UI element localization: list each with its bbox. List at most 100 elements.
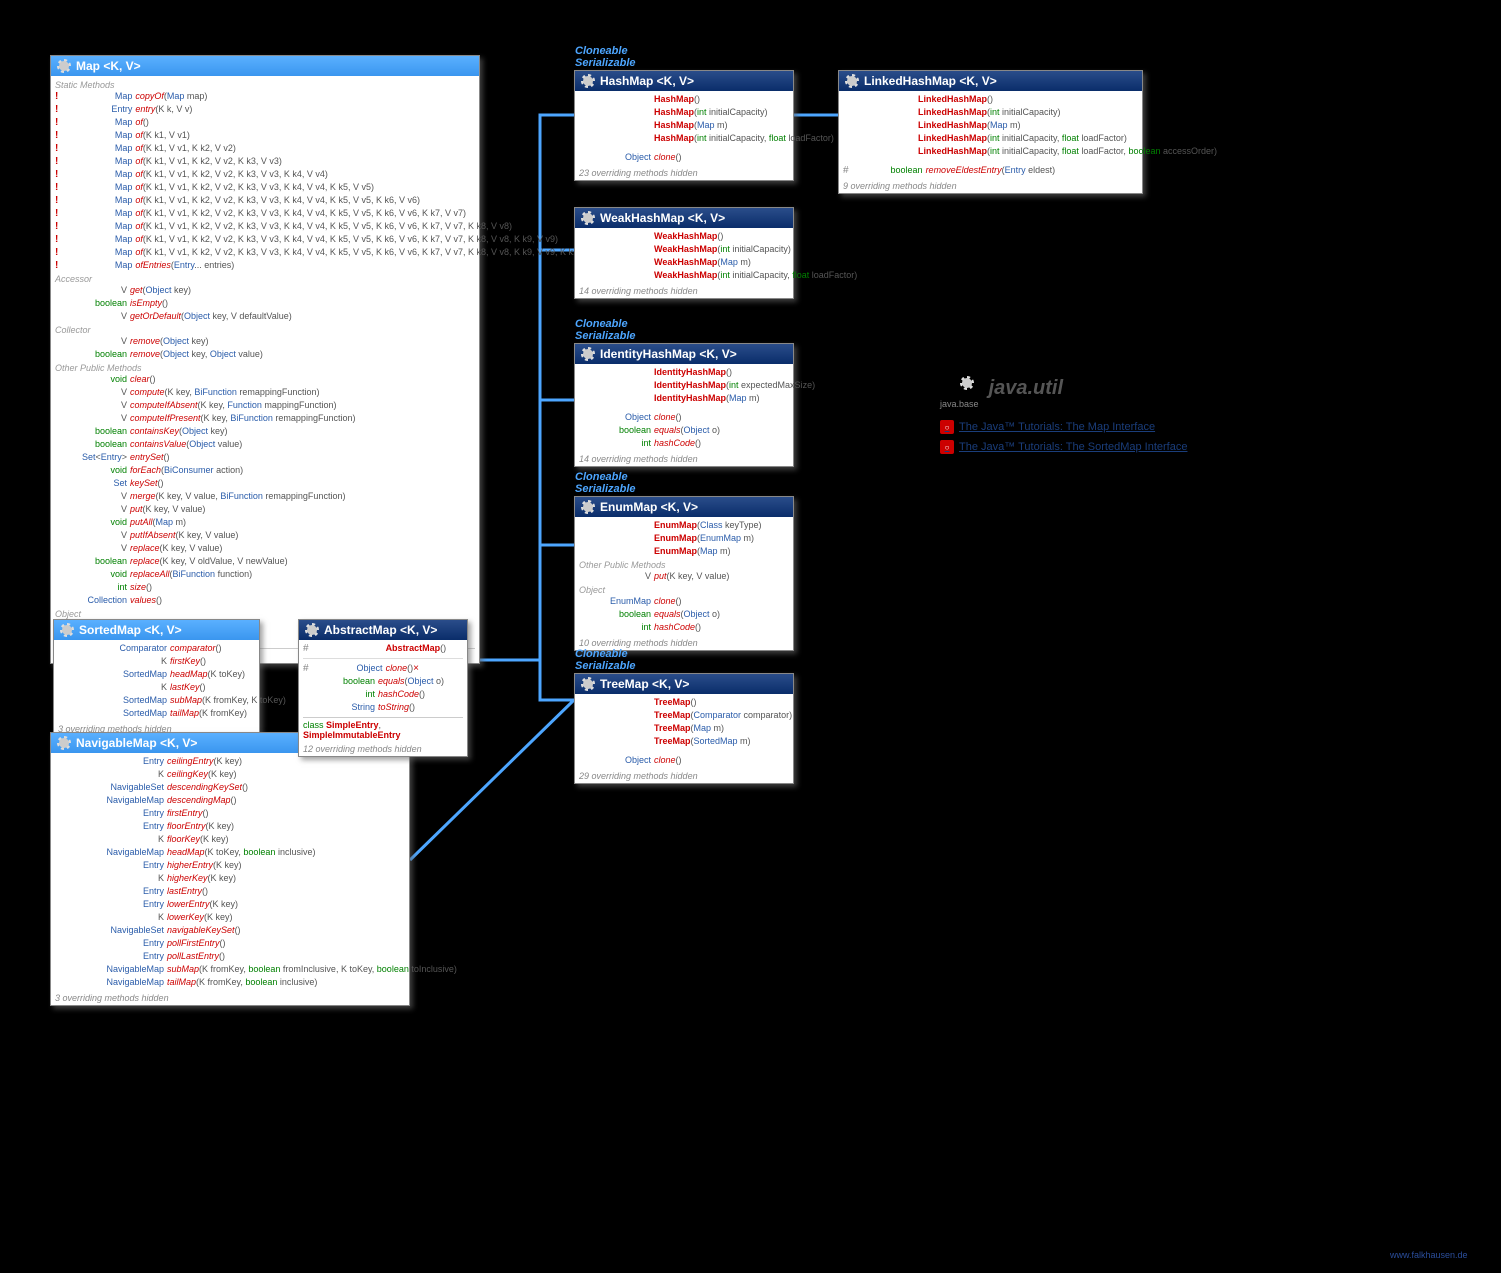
method-row: ! Mapof (K k1, V v1, K k2, V v2, K k3, V… — [55, 181, 475, 194]
method-row: TreeMap (Comparator comparator) — [579, 709, 789, 722]
method-row: Objectclone () — [579, 411, 789, 424]
oracle-icon: ○ — [940, 420, 954, 434]
method-row: Vget (Object key) — [55, 284, 475, 297]
sortedmap-header: SortedMap <K, V> — [54, 620, 259, 640]
oracle-icon: ○ — [940, 440, 954, 454]
gear-icon — [57, 736, 71, 750]
method-row: HashMap (Map m) — [579, 119, 789, 132]
method-row: KceilingKey (K key) — [55, 768, 405, 781]
map-header: Map <K, V> — [51, 56, 479, 76]
method-row: booleancontainsValue (Object value) — [55, 438, 475, 451]
method-row: Vput (K key, V value) — [55, 503, 475, 516]
method-row: voidputAll (Map m) — [55, 516, 475, 529]
method-row: ! Mapof (K k1, V v1, K k2, V v2, K k3, V… — [55, 168, 475, 181]
method-row: LinkedHashMap (int initialCapacity) — [843, 106, 1138, 119]
method-row: SortedMaptailMap (K fromKey) — [58, 707, 255, 720]
weakhashmap-header: WeakHashMap <K, V> — [575, 208, 793, 228]
hashmap-header: HashMap <K, V> — [575, 71, 793, 91]
method-row: EnumMap (Class keyType) — [579, 519, 789, 532]
method-row: voidclear () — [55, 373, 475, 386]
identityhashmap-box: IdentityHashMap <K, V> IdentityHashMap (… — [574, 343, 794, 467]
treemap-header: TreeMap <K, V> — [575, 674, 793, 694]
linkedhashmap-box: LinkedHashMap <K, V> LinkedHashMap ()Lin… — [838, 70, 1143, 194]
method-row: WeakHashMap (int initialCapacity) — [579, 243, 789, 256]
abstractmap-header: AbstractMap <K, V> — [299, 620, 467, 640]
method-row: IdentityHashMap (int expectedMaxSize) — [579, 379, 789, 392]
method-row: ! Mapof (K k1, V v1, K k2, V v2, K k3, V… — [55, 233, 475, 246]
method-row: EnumMap (Map m) — [579, 545, 789, 558]
method-row: KfirstKey () — [58, 655, 255, 668]
method-row: NavigableSetnavigableKeySet () — [55, 924, 405, 937]
method-row: EntryfirstEntry () — [55, 807, 405, 820]
method-row: SetkeySet () — [55, 477, 475, 490]
method-row: StringtoString () — [303, 701, 463, 714]
method-row: VcomputeIfPresent (K key, BiFunction rem… — [55, 412, 475, 425]
method-row: booleanremove (Object key, Object value) — [55, 348, 475, 361]
method-row: LinkedHashMap (int initialCapacity, floa… — [843, 145, 1138, 158]
method-row: LinkedHashMap (int initialCapacity, floa… — [843, 132, 1138, 145]
method-row: ! Mapof () — [55, 116, 475, 129]
method-row: SortedMapsubMap (K fromKey, K toKey) — [58, 694, 255, 707]
method-row: VgetOrDefault (Object key, V defaultValu… — [55, 310, 475, 323]
method-row: Set<Entry>entrySet () — [55, 451, 475, 464]
tutorial-link-map[interactable]: ○The Java™ Tutorials: The Map Interface — [940, 420, 1155, 434]
enummap-implements: CloneableSerializable — [575, 471, 636, 495]
method-row: inthashCode () — [579, 621, 789, 634]
hidden-note: 12 overriding methods hidden — [299, 742, 467, 756]
method-row: Objectclone () — [579, 754, 789, 767]
method-row: LinkedHashMap (Map m) — [843, 119, 1138, 132]
package-name: java.util — [960, 376, 1063, 400]
identityhashmap-implements: CloneableSerializable — [575, 318, 636, 342]
method-row: ! Mapof (K k1, V v1, K k2, V v2, K k3, V… — [55, 246, 475, 259]
method-row: WeakHashMap (Map m) — [579, 256, 789, 269]
method-row: IdentityHashMap (Map m) — [579, 392, 789, 405]
gear-icon — [60, 623, 74, 637]
gear-icon — [960, 376, 978, 394]
hidden-note: 9 overriding methods hidden — [839, 179, 1142, 193]
method-row: Objectclone () — [579, 151, 789, 164]
method-row: #AbstractMap () — [303, 642, 463, 655]
method-row: EntryfloorEntry (K key) — [55, 820, 405, 833]
method-row: EntrylowerEntry (K key) — [55, 898, 405, 911]
hidden-note: 23 overriding methods hidden — [575, 166, 793, 180]
method-row: KlastKey () — [58, 681, 255, 694]
method-row: TreeMap () — [579, 696, 789, 709]
gear-icon — [581, 211, 595, 225]
hidden-note: 3 overriding methods hidden — [51, 991, 409, 1005]
method-row: booleanisEmpty () — [55, 297, 475, 310]
gear-icon — [581, 347, 595, 361]
method-row: IdentityHashMap () — [579, 366, 789, 379]
method-row: #Objectclone () × — [303, 662, 463, 675]
treemap-implements: CloneableSerializable — [575, 648, 636, 672]
hidden-note: 14 overriding methods hidden — [575, 284, 793, 298]
method-row: #booleanremoveEldestEntry (Entry eldest) — [843, 164, 1138, 177]
method-row: ! MapofEntries (Entry... entries) — [55, 259, 475, 272]
gear-icon — [581, 500, 595, 514]
method-row: TreeMap (Map m) — [579, 722, 789, 735]
method-row: ! MapcopyOf (Map map) — [55, 90, 475, 103]
method-row: Vcompute (K key, BiFunction remappingFun… — [55, 386, 475, 399]
tutorial-link-sortedmap[interactable]: ○The Java™ Tutorials: The SortedMap Inte… — [940, 440, 1187, 454]
method-row: booleanreplace (K key, V oldValue, V new… — [55, 555, 475, 568]
gear-icon — [845, 74, 859, 88]
method-row: ! Mapof (K k1, V v1, K k2, V v2) — [55, 142, 475, 155]
sortedmap-box: SortedMap <K, V> Comparatorcomparator ()… — [53, 619, 260, 737]
method-row: EnumMapclone () — [579, 595, 789, 608]
method-row: ! Mapof (K k1, V v1) — [55, 129, 475, 142]
method-row: LinkedHashMap () — [843, 93, 1138, 106]
method-row: voidreplaceAll (BiFunction function) — [55, 568, 475, 581]
method-row: HashMap (int initialCapacity, float load… — [579, 132, 789, 145]
method-row: HashMap () — [579, 93, 789, 106]
method-row: EntryhigherEntry (K key) — [55, 859, 405, 872]
map-box: Map <K, V> Static Methods! MapcopyOf (Ma… — [50, 55, 480, 664]
method-row: booleanequals (Object o) — [579, 608, 789, 621]
abstractmap-box: AbstractMap <K, V> #AbstractMap () #Objec… — [298, 619, 468, 757]
method-row: Collectionvalues () — [55, 594, 475, 607]
method-row: WeakHashMap (int initialCapacity, float … — [579, 269, 789, 282]
hidden-note: 29 overriding methods hidden — [575, 769, 793, 783]
method-row: SortedMapheadMap (K toKey) — [58, 668, 255, 681]
method-row: intsize () — [55, 581, 475, 594]
gear-icon — [581, 74, 595, 88]
method-row: ! Entryentry (K k, V v) — [55, 103, 475, 116]
method-row: NavigableMapheadMap (K toKey, boolean in… — [55, 846, 405, 859]
